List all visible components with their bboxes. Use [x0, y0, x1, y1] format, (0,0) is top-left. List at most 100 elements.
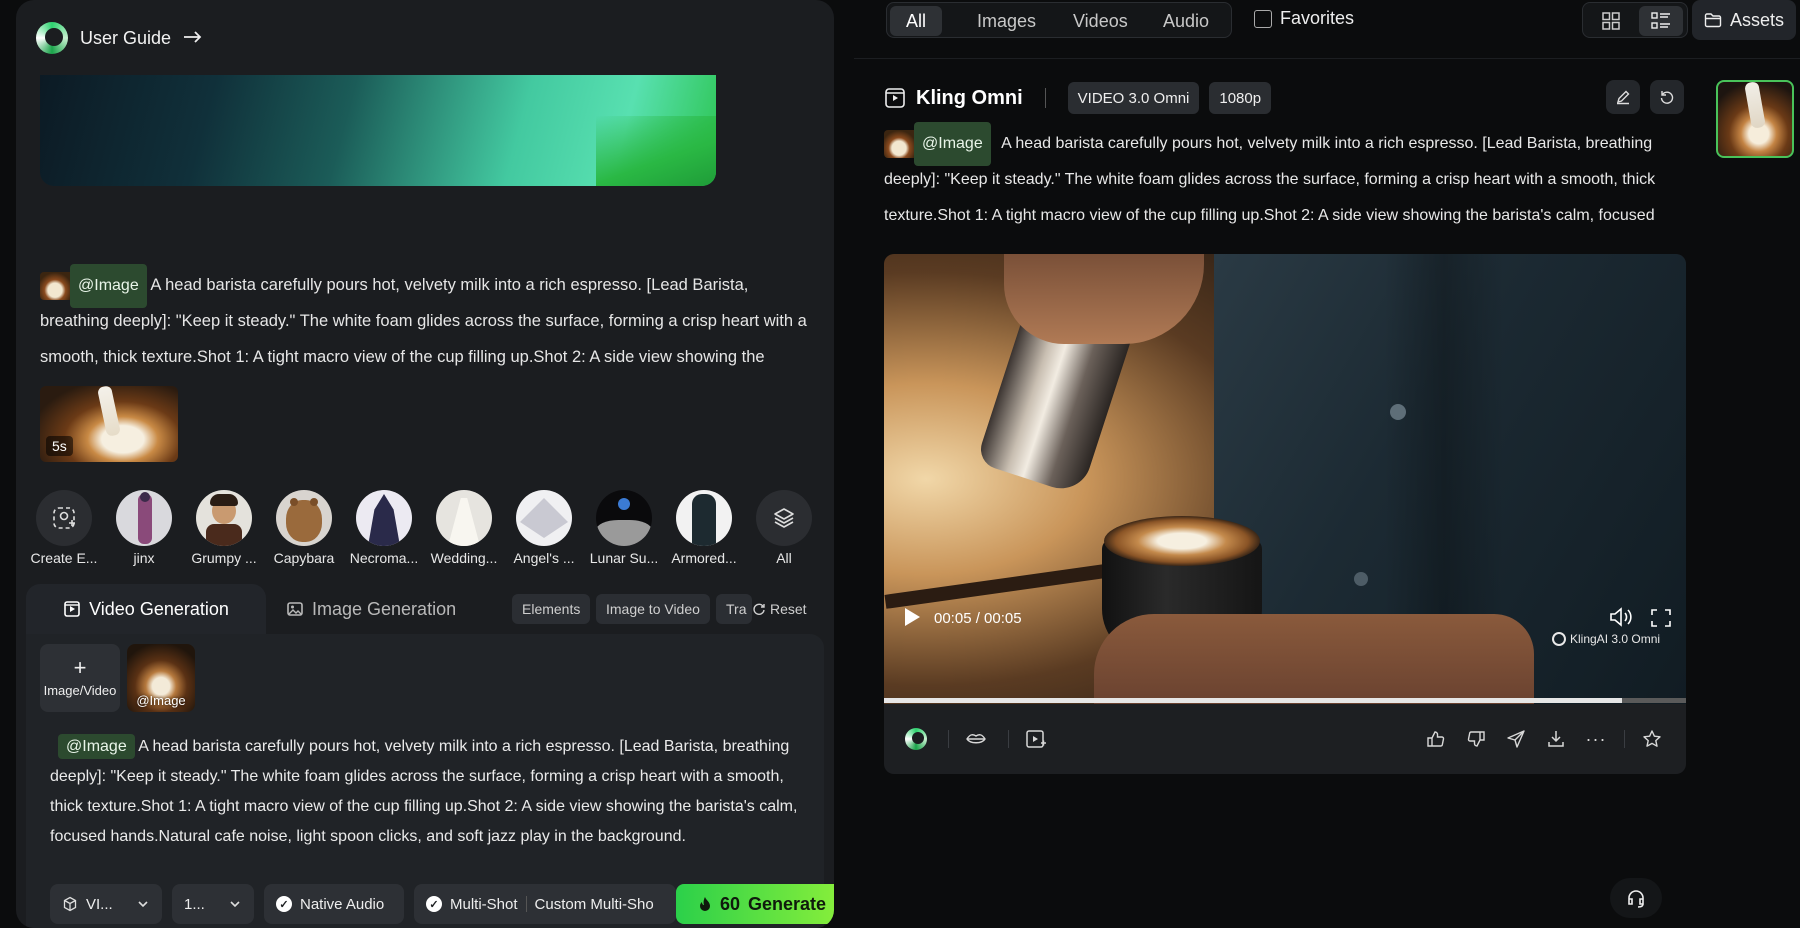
- filter-audio[interactable]: Audio: [1145, 6, 1227, 36]
- filter-all[interactable]: All: [890, 6, 943, 36]
- generate-label: Generate: [747, 893, 827, 914]
- history-video-thumbnail[interactable]: 5s: [40, 386, 178, 462]
- play-icon: [905, 608, 920, 626]
- kling-logo-icon: [36, 22, 68, 54]
- user-guide-label: User Guide: [80, 27, 172, 48]
- play-button[interactable]: [902, 606, 922, 630]
- prompt-input[interactable]: @Image A head barista carefully pours ho…: [50, 732, 810, 852]
- lower-hand: [1094, 614, 1534, 704]
- element-capybara[interactable]: Capybara: [264, 490, 344, 566]
- assets-button[interactable]: Assets: [1692, 0, 1796, 40]
- favorites-filter[interactable]: Favorites: [1254, 8, 1354, 29]
- volume-button[interactable]: [1608, 606, 1634, 633]
- element-armored[interactable]: Armored...: [664, 490, 744, 566]
- element-all[interactable]: All: [744, 490, 824, 566]
- lunar-avatar: [596, 490, 652, 546]
- multi-shot-toggle[interactable]: ✓ Multi-Shot Custom Multi-Sho: [414, 884, 676, 924]
- pill-elements[interactable]: Elements: [512, 594, 591, 624]
- jinx-avatar: [116, 490, 172, 546]
- image-tag-label: @Image: [914, 121, 991, 166]
- grumpy-avatar: [196, 490, 252, 546]
- generation-prompt-text: A head barista carefully pours hot, velv…: [884, 135, 1656, 224]
- fullscreen-button[interactable]: [1650, 608, 1672, 633]
- chevron-down-icon: [138, 901, 148, 908]
- dislike-button[interactable]: [1464, 727, 1488, 751]
- model-badge: VIDEO 3.0 Omni: [1067, 82, 1200, 114]
- pill-truncated[interactable]: Tra: [716, 594, 752, 624]
- model-select[interactable]: VI...: [50, 884, 162, 924]
- element-create[interactable]: Create E...: [24, 490, 104, 566]
- model-value: VI...: [86, 895, 113, 913]
- shirt-button: [1390, 404, 1406, 420]
- rotate-icon: [1660, 91, 1674, 104]
- send-icon: [1507, 730, 1525, 748]
- element-grumpy[interactable]: Grumpy ...: [184, 490, 264, 566]
- element-wedding[interactable]: Wedding...: [424, 490, 504, 566]
- image-tag-label: @Image: [70, 263, 147, 308]
- filter-images[interactable]: Images: [959, 6, 1054, 36]
- image-tag-label: @Image: [58, 734, 135, 759]
- divider: [1044, 88, 1046, 108]
- native-audio-label: Native Audio: [300, 895, 385, 913]
- duration-badge: 5s: [46, 436, 73, 456]
- native-audio-toggle[interactable]: ✓ Native Audio: [264, 884, 404, 924]
- resolution-select[interactable]: 1...: [172, 884, 254, 924]
- regenerate-button[interactable]: [1650, 80, 1684, 114]
- list-icon: [1651, 12, 1670, 29]
- like-button[interactable]: [1424, 727, 1448, 751]
- element-lunar[interactable]: Lunar Su...: [584, 490, 664, 566]
- video-progress-track[interactable]: [884, 698, 1686, 703]
- video-player[interactable]: 00:05 / 00:05 KlingAI 3.0 Omni: [884, 254, 1686, 704]
- watermark-text: KlingAI 3.0 Omni: [1570, 632, 1661, 646]
- grid-view-button[interactable]: [1589, 6, 1633, 36]
- composer-panel: + Image/Video @Image @Image A head baris…: [26, 634, 834, 928]
- generate-button[interactable]: 60 Generate: [676, 884, 834, 924]
- plus-icon: +: [73, 654, 87, 680]
- element-necromancer[interactable]: Necroma...: [344, 490, 424, 566]
- video-action-bar: ···: [884, 704, 1686, 774]
- filter-videos[interactable]: Videos: [1055, 6, 1146, 36]
- divider: [1624, 730, 1625, 748]
- video-extend-button[interactable]: [1024, 727, 1048, 751]
- angels-avatar: [516, 490, 572, 546]
- favorites-label: Favorites: [1280, 8, 1355, 28]
- video-icon: [64, 601, 80, 617]
- element-jinx[interactable]: jinx: [104, 490, 184, 566]
- add-image-video-button[interactable]: + Image/Video: [40, 644, 120, 712]
- composer-toolbar: VI... 1... ✓ Native Audio ✓ Multi-Shot C…: [50, 884, 834, 924]
- element-name: Lunar Su...: [589, 550, 659, 566]
- lip-sync-button[interactable]: [964, 727, 988, 751]
- support-button[interactable]: [1610, 878, 1662, 918]
- video-progress-fill: [884, 698, 1622, 703]
- element-name: jinx: [133, 550, 155, 566]
- element-angels[interactable]: Angel's ...: [504, 490, 584, 566]
- edit-button[interactable]: [1606, 80, 1640, 114]
- favorites-checkbox[interactable]: [1254, 9, 1272, 28]
- image-tag-chip: @Image: [40, 263, 147, 308]
- download-button[interactable]: [1544, 727, 1568, 751]
- chevron-down-icon: [230, 901, 240, 908]
- add-media-label: Image/Video: [43, 682, 117, 698]
- pill-image-to-video[interactable]: Image to Video: [596, 594, 710, 624]
- promo-banner[interactable]: [40, 75, 716, 186]
- kling-logo-icon: [905, 728, 927, 750]
- reference-image-thumbnail[interactable]: @Image: [127, 644, 195, 712]
- kling-logo-button[interactable]: [904, 727, 928, 751]
- resolution-badge: 1080p: [1209, 82, 1272, 114]
- arrow-right-icon: [183, 28, 203, 49]
- left-panel: User Guide @Image A head barista careful…: [16, 0, 834, 928]
- selected-asset-thumbnail[interactable]: [1716, 80, 1794, 158]
- cube-icon: [63, 896, 77, 912]
- more-button[interactable]: ···: [1584, 727, 1608, 751]
- view-switch: [1582, 2, 1688, 38]
- custom-multi-shot-label: Custom Multi-Sho: [534, 895, 654, 913]
- favorite-button[interactable]: [1640, 727, 1664, 751]
- tab-video-generation[interactable]: Video Generation: [26, 584, 266, 634]
- list-view-button[interactable]: [1639, 6, 1683, 36]
- video-watermark: KlingAI 3.0 Omni: [1552, 632, 1660, 646]
- share-button[interactable]: [1504, 727, 1528, 751]
- reset-button[interactable]: Reset: [752, 594, 807, 624]
- image-tag-thumbnail: [884, 129, 914, 158]
- tab-image-generation[interactable]: Image Generation: [286, 584, 456, 634]
- user-guide-link[interactable]: User Guide: [36, 22, 203, 54]
